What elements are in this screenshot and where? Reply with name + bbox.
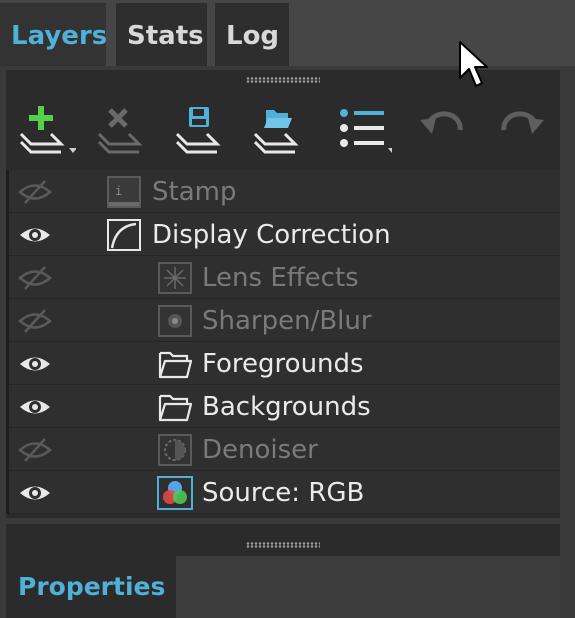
layer-name: Display Correction	[152, 220, 391, 250]
layers-toolbar	[6, 90, 560, 168]
layer-name: Lens Effects	[202, 263, 359, 293]
sharpen-blur-icon	[157, 304, 193, 338]
top-resize-grip[interactable]	[246, 77, 320, 83]
properties-tab-strip	[176, 556, 560, 618]
curve-icon	[106, 218, 142, 252]
visibility-hidden-icon[interactable]	[17, 308, 53, 334]
visibility-hidden-icon[interactable]	[17, 437, 53, 463]
layer-name: Source: RGB	[202, 478, 365, 508]
add-layer-icon	[19, 106, 76, 154]
tab-properties[interactable]: Properties	[6, 556, 174, 618]
add-layer-button[interactable]	[16, 104, 76, 154]
visibility-hidden-icon[interactable]	[17, 179, 53, 205]
visibility-visible-icon[interactable]	[17, 351, 53, 377]
visibility-visible-icon[interactable]	[17, 394, 53, 420]
layer-row-backgrounds[interactable]: Backgrounds	[9, 385, 560, 428]
layer-list: i Stamp Display Correction Lens Effects …	[6, 170, 560, 514]
rgb-source-icon	[157, 476, 193, 510]
layer-row-foregrounds[interactable]: Foregrounds	[9, 342, 560, 385]
delete-layer-button[interactable]	[94, 104, 154, 154]
undo-icon	[420, 111, 463, 134]
folder-icon	[157, 390, 193, 424]
layer-name: Denoiser	[202, 435, 318, 465]
save-layers-button[interactable]	[172, 104, 232, 154]
delete-layer-icon	[97, 108, 143, 154]
redo-button[interactable]	[490, 104, 550, 154]
visibility-visible-icon[interactable]	[17, 480, 53, 506]
tab-layers[interactable]: Layers	[0, 3, 107, 66]
undo-button[interactable]	[414, 104, 474, 154]
list-menu-button[interactable]	[332, 104, 392, 154]
visibility-hidden-icon[interactable]	[17, 265, 53, 291]
open-layers-icon	[253, 110, 299, 154]
visibility-visible-icon[interactable]	[17, 222, 53, 248]
layer-row-sharpen-blur[interactable]: Sharpen/Blur	[9, 299, 560, 342]
layer-name: Backgrounds	[202, 392, 371, 422]
layer-row-stamp[interactable]: i Stamp	[9, 170, 560, 213]
layer-row-denoiser[interactable]: Denoiser	[9, 428, 560, 471]
folder-icon	[157, 347, 193, 381]
tab-stats[interactable]: Stats	[116, 3, 207, 66]
list-menu-icon	[340, 109, 392, 153]
lens-effects-icon	[157, 261, 193, 295]
open-layers-button[interactable]	[250, 104, 310, 154]
save-layers-icon	[175, 107, 221, 154]
svg-text:i: i	[115, 184, 122, 198]
layer-name: Foregrounds	[202, 349, 364, 379]
layer-row-lens-effects[interactable]: Lens Effects	[9, 256, 560, 299]
layer-name: Sharpen/Blur	[202, 306, 372, 336]
layer-row-source-rgb[interactable]: Source: RGB	[9, 471, 560, 514]
tab-log[interactable]: Log	[215, 3, 289, 66]
redo-icon	[501, 111, 544, 134]
denoiser-icon	[157, 433, 193, 467]
layer-name: Stamp	[152, 177, 237, 207]
layer-row-display-correction[interactable]: Display Correction	[9, 213, 560, 256]
stamp-icon: i	[106, 175, 142, 209]
bottom-resize-grip[interactable]	[246, 542, 320, 548]
mouse-cursor-icon	[459, 41, 488, 87]
